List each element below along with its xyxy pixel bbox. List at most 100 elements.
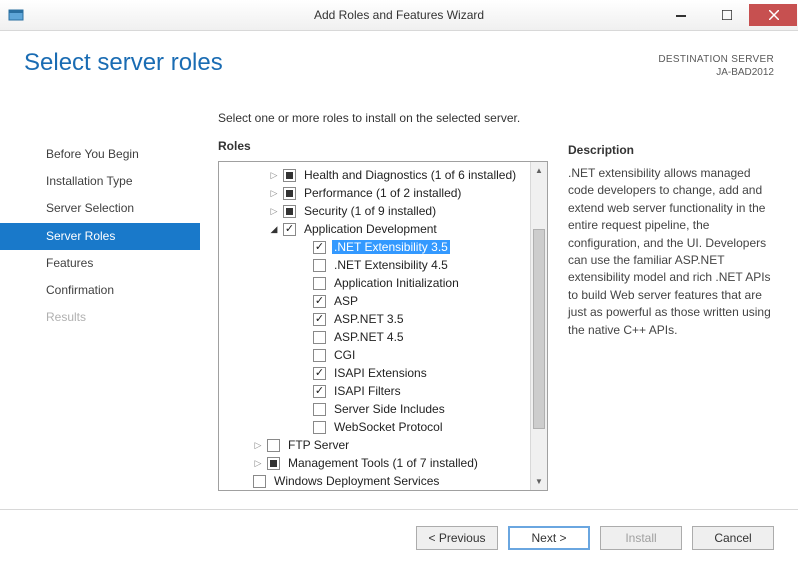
checkbox[interactable] [313, 349, 326, 362]
tree-label[interactable]: Server Side Includes [332, 402, 447, 416]
tree-row[interactable]: Server Side Includes [219, 400, 530, 418]
description-heading: Description [568, 143, 774, 157]
tree-row[interactable]: ASP.NET 3.5 [219, 310, 530, 328]
checkbox[interactable] [313, 385, 326, 398]
expander-closed-icon[interactable]: ▷ [251, 456, 265, 470]
maximize-button[interactable] [703, 4, 749, 26]
tree-row[interactable]: ASP.NET 4.5 [219, 328, 530, 346]
destination-value: JA-BAD2012 [658, 66, 774, 79]
checkbox[interactable] [253, 475, 266, 488]
tree-label[interactable]: ISAPI Filters [332, 384, 403, 398]
checkbox[interactable] [313, 259, 326, 272]
expander-closed-icon[interactable]: ▷ [267, 186, 281, 200]
tree-label[interactable]: .NET Extensibility 3.5 [332, 240, 450, 254]
tree-label[interactable]: WebSocket Protocol [332, 420, 445, 434]
close-button[interactable] [749, 4, 797, 26]
expander-closed-icon[interactable]: ▷ [267, 168, 281, 182]
nav-item-installation-type[interactable]: Installation Type [0, 168, 200, 195]
nav-item-features[interactable]: Features [0, 250, 200, 277]
tree-row[interactable]: ▷ Management Tools (1 of 7 installed) [219, 454, 530, 472]
checkbox[interactable] [267, 439, 280, 452]
tree-row[interactable]: Application Initialization [219, 274, 530, 292]
checkbox[interactable] [283, 169, 296, 182]
scrollbar[interactable]: ▲ ▼ [530, 162, 547, 490]
expander-closed-icon[interactable]: ▷ [267, 204, 281, 218]
tree-label[interactable]: Application Initialization [332, 276, 461, 290]
expander-none [297, 276, 311, 290]
expander-none [297, 240, 311, 254]
tree-label[interactable]: Windows Deployment Services [272, 474, 441, 488]
checkbox[interactable] [313, 331, 326, 344]
nav-item-server-roles[interactable]: Server Roles [0, 223, 200, 250]
checkbox[interactable] [267, 457, 280, 470]
titlebar: Add Roles and Features Wizard [0, 0, 798, 31]
expander-none [297, 348, 311, 362]
nav-item-results: Results [0, 304, 200, 331]
tree-row[interactable]: ISAPI Extensions [219, 364, 530, 382]
checkbox[interactable] [313, 277, 326, 290]
roles-heading: Roles [218, 139, 548, 153]
tree-label[interactable]: Health and Diagnostics (1 of 6 installed… [302, 168, 518, 182]
tree-row[interactable]: ISAPI Filters [219, 382, 530, 400]
checkbox[interactable] [313, 313, 326, 326]
wizard-nav: Before You BeginInstallation TypeServer … [0, 111, 200, 509]
destination-label: DESTINATION SERVER [658, 53, 774, 66]
tree-label[interactable]: Application Development [302, 222, 439, 236]
tree-row[interactable]: .NET Extensibility 4.5 [219, 256, 530, 274]
tree-label[interactable]: ASP [332, 294, 360, 308]
tree-label[interactable]: ASP.NET 3.5 [332, 312, 406, 326]
nav-item-server-selection[interactable]: Server Selection [0, 195, 200, 222]
tree-row[interactable]: ▷ Health and Diagnostics (1 of 6 installe… [219, 166, 530, 184]
expander-none [297, 366, 311, 380]
expander-none [237, 474, 251, 488]
expander-none [297, 258, 311, 272]
checkbox[interactable] [283, 223, 296, 236]
checkbox[interactable] [313, 241, 326, 254]
tree-row[interactable]: ASP [219, 292, 530, 310]
tree-label[interactable]: ASP.NET 4.5 [332, 330, 406, 344]
tree-row[interactable]: ◢ Application Development [219, 220, 530, 238]
nav-item-before-you-begin[interactable]: Before You Begin [0, 141, 200, 168]
description-text: .NET extensibility allows managed code d… [568, 165, 774, 339]
next-button[interactable]: Next > [508, 526, 590, 550]
install-button[interactable]: Install [600, 526, 682, 550]
tree-label[interactable]: .NET Extensibility 4.5 [332, 258, 450, 272]
tree-row[interactable]: ▷ Performance (1 of 2 installed) [219, 184, 530, 202]
expander-none [297, 330, 311, 344]
minimize-button[interactable] [657, 4, 703, 26]
nav-item-confirmation[interactable]: Confirmation [0, 277, 200, 304]
tree-row[interactable]: ▷ Security (1 of 9 installed) [219, 202, 530, 220]
wizard-footer: < Previous Next > Install Cancel [0, 509, 798, 565]
tree-label[interactable]: ISAPI Extensions [332, 366, 429, 380]
tree-label[interactable]: Performance (1 of 2 installed) [302, 186, 463, 200]
tree-row[interactable]: Windows Deployment Services [219, 472, 530, 490]
app-icon [8, 7, 24, 23]
scroll-up-icon[interactable]: ▲ [531, 162, 547, 179]
checkbox[interactable] [313, 403, 326, 416]
tree-row[interactable]: WebSocket Protocol [219, 418, 530, 436]
previous-button[interactable]: < Previous [416, 526, 498, 550]
expander-none [297, 384, 311, 398]
tree-row[interactable]: CGI [219, 346, 530, 364]
tree-label[interactable]: Management Tools (1 of 7 installed) [286, 456, 480, 470]
tree-row[interactable]: ▷ FTP Server [219, 436, 530, 454]
tree-label[interactable]: CGI [332, 348, 357, 362]
window-controls [657, 4, 798, 26]
checkbox[interactable] [283, 187, 296, 200]
instruction-text: Select one or more roles to install on t… [218, 111, 548, 125]
expander-closed-icon[interactable]: ▷ [251, 438, 265, 452]
cancel-button[interactable]: Cancel [692, 526, 774, 550]
checkbox[interactable] [313, 421, 326, 434]
scroll-down-icon[interactable]: ▼ [531, 473, 547, 490]
tree-label[interactable]: Security (1 of 9 installed) [302, 204, 438, 218]
tree-row[interactable]: .NET Extensibility 3.5 [219, 238, 530, 256]
roles-tree[interactable]: ▷ Health and Diagnostics (1 of 6 installe… [218, 161, 548, 491]
destination-info: DESTINATION SERVER JA-BAD2012 [658, 53, 774, 79]
expander-none [297, 294, 311, 308]
checkbox[interactable] [283, 205, 296, 218]
checkbox[interactable] [313, 367, 326, 380]
scroll-thumb[interactable] [533, 229, 545, 429]
expander-open-icon[interactable]: ◢ [267, 222, 281, 236]
tree-label[interactable]: FTP Server [286, 438, 351, 452]
checkbox[interactable] [313, 295, 326, 308]
